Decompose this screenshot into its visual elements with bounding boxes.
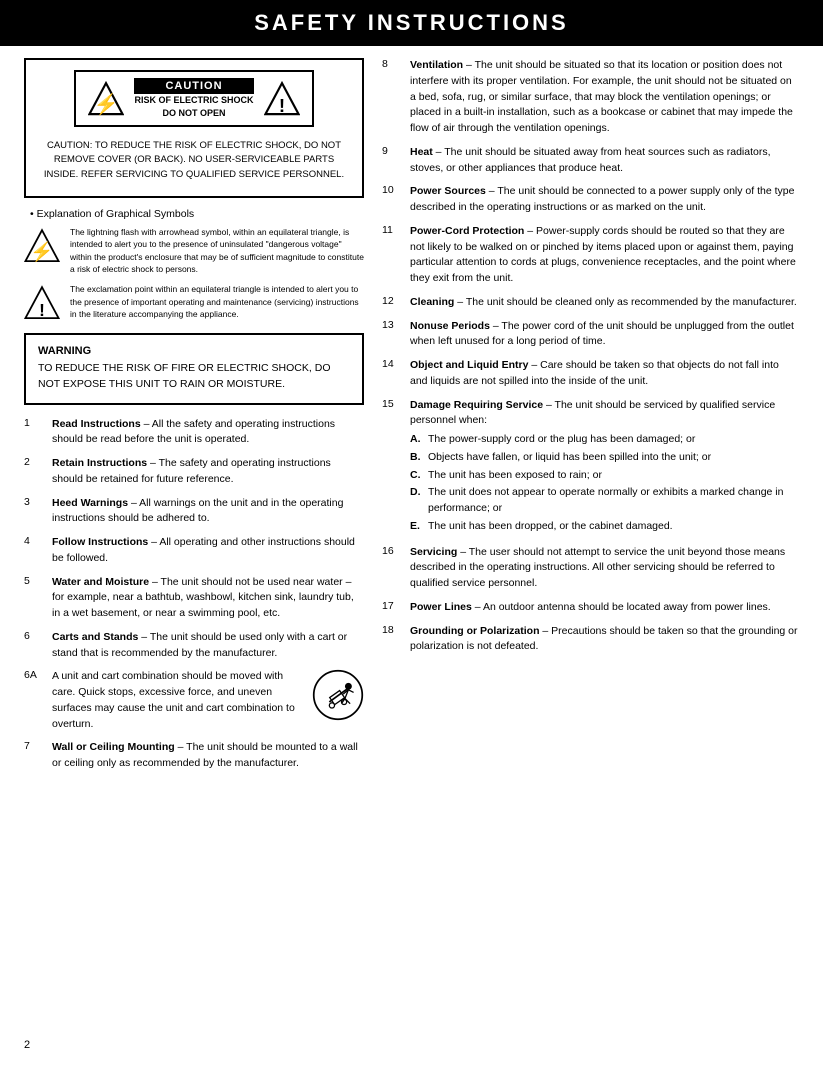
inst-text: Power-Cord Protection – Power-supply cor… bbox=[410, 224, 799, 287]
inst-num: 16 bbox=[382, 545, 404, 557]
inst-num: 14 bbox=[382, 358, 404, 370]
inst-text: Carts and Stands – The unit should be us… bbox=[52, 630, 364, 662]
inst-num: 6 bbox=[24, 630, 46, 642]
list-item: 17 Power Lines – An outdoor antenna shou… bbox=[382, 600, 799, 616]
list-item: 8 Ventilation – The unit should be situa… bbox=[382, 58, 799, 137]
sub-list: A.The power-supply cord or the plug has … bbox=[410, 432, 799, 535]
sub-list-item: D.The unit does not appear to operate no… bbox=[410, 485, 799, 517]
caution-body-text: CAUTION: TO REDUCE THE RISK OF ELECTRIC … bbox=[36, 135, 352, 186]
inst-text: Water and Moisture – The unit should not… bbox=[52, 575, 364, 622]
list-item: 11 Power-Cord Protection – Power-supply … bbox=[382, 224, 799, 287]
inst-text: Grounding or Polarization – Precautions … bbox=[410, 624, 799, 656]
svg-text:!: ! bbox=[39, 300, 45, 320]
cart-tipping-icon bbox=[312, 669, 364, 721]
lightning-symbol-text: The lightning flash with arrowhead symbo… bbox=[70, 226, 364, 275]
svg-text:⚡: ⚡ bbox=[30, 241, 53, 263]
header-title: SAFETY INSTRUCTIONS bbox=[254, 10, 569, 35]
page-number: 2 bbox=[24, 1039, 30, 1051]
caution-inner-box: ⚡ CAUTION RISK OF ELECTRIC SHOCKDO NOT O… bbox=[74, 70, 313, 127]
inst-num: 13 bbox=[382, 319, 404, 331]
cart-instruction-text: A unit and cart combination should be mo… bbox=[52, 669, 302, 732]
left-column: ⚡ CAUTION RISK OF ELECTRIC SHOCKDO NOT O… bbox=[24, 58, 364, 780]
list-item: 3 Heed Warnings – All warnings on the un… bbox=[24, 496, 364, 528]
inst-num: 18 bbox=[382, 624, 404, 636]
sub-list-item: C.The unit has been exposed to rain; or bbox=[410, 468, 799, 484]
warning-text: TO REDUCE THE RISK OF FIRE OR ELECTRIC S… bbox=[38, 361, 350, 393]
warning-box: WARNING TO REDUCE THE RISK OF FIRE OR EL… bbox=[24, 333, 364, 405]
inst-text: Object and Liquid Entry – Care should be… bbox=[410, 358, 799, 390]
symbol-row-exclamation: ! The exclamation point within an equila… bbox=[24, 283, 364, 321]
list-item: 16 Servicing – The user should not attem… bbox=[382, 545, 799, 592]
inst-text: Wall or Ceiling Mounting – The unit shou… bbox=[52, 740, 364, 772]
inst-text: Damage Requiring Service – The unit shou… bbox=[410, 398, 799, 537]
inst-num: 3 bbox=[24, 496, 46, 508]
list-item: 1 Read Instructions – All the safety and… bbox=[24, 417, 364, 449]
inst-text: Nonuse Periods – The power cord of the u… bbox=[410, 319, 799, 351]
cart-row: A unit and cart combination should be mo… bbox=[52, 669, 364, 732]
list-item: 5 Water and Moisture – The unit should n… bbox=[24, 575, 364, 622]
list-item: 10 Power Sources – The unit should be co… bbox=[382, 184, 799, 216]
inst-num: 8 bbox=[382, 58, 404, 70]
inst-num: 17 bbox=[382, 600, 404, 612]
inst-text: A unit and cart combination should be mo… bbox=[52, 669, 364, 732]
list-item: 6A A unit and cart combination should be… bbox=[24, 669, 364, 732]
inst-num: 4 bbox=[24, 535, 46, 547]
inst-text: Heat – The unit should be situated away … bbox=[410, 145, 799, 177]
inst-num: 15 bbox=[382, 398, 404, 410]
sub-list-item: A.The power-supply cord or the plug has … bbox=[410, 432, 799, 448]
inst-text: Read Instructions – All the safety and o… bbox=[52, 417, 364, 449]
caution-label: CAUTION bbox=[134, 78, 253, 94]
caution-sub-text: RISK OF ELECTRIC SHOCKDO NOT OPEN bbox=[134, 94, 253, 119]
exclamation-triangle-icon: ! bbox=[264, 81, 300, 117]
inst-text: Power Lines – An outdoor antenna should … bbox=[410, 600, 771, 616]
list-item: 18 Grounding or Polarization – Precautio… bbox=[382, 624, 799, 656]
svg-text:⚡: ⚡ bbox=[94, 92, 119, 117]
list-item: 13 Nonuse Periods – The power cord of th… bbox=[382, 319, 799, 351]
inst-num: 7 bbox=[24, 740, 46, 752]
cart-icon-wrap bbox=[312, 669, 364, 727]
inst-text: Cleaning – The unit should be cleaned on… bbox=[410, 295, 797, 311]
explanation-section: • Explanation of Graphical Symbols ⚡ The… bbox=[24, 208, 364, 321]
lightning-triangle-icon: ⚡ bbox=[88, 81, 124, 117]
lightning-symbol-icon: ⚡ bbox=[24, 228, 60, 264]
inst-num: 12 bbox=[382, 295, 404, 307]
inst-num: 10 bbox=[382, 184, 404, 196]
exclamation-symbol-icon: ! bbox=[24, 285, 60, 321]
list-item: 12 Cleaning – The unit should be cleaned… bbox=[382, 295, 799, 311]
list-item: 9 Heat – The unit should be situated awa… bbox=[382, 145, 799, 177]
symbol-row-lightning: ⚡ The lightning flash with arrowhead sym… bbox=[24, 226, 364, 275]
svg-text:!: ! bbox=[278, 95, 284, 116]
inst-num: 5 bbox=[24, 575, 46, 587]
exclamation-symbol-text: The exclamation point within an equilate… bbox=[70, 283, 364, 320]
list-item: 7 Wall or Ceiling Mounting – The unit sh… bbox=[24, 740, 364, 772]
inst-num: 6A bbox=[24, 669, 46, 681]
list-item: 14 Object and Liquid Entry – Care should… bbox=[382, 358, 799, 390]
inst-num: 11 bbox=[382, 224, 404, 236]
explanation-title: • Explanation of Graphical Symbols bbox=[30, 208, 364, 220]
caution-box: ⚡ CAUTION RISK OF ELECTRIC SHOCKDO NOT O… bbox=[24, 58, 364, 198]
inst-text: Heed Warnings – All warnings on the unit… bbox=[52, 496, 364, 528]
sub-list-item: B.Objects have fallen, or liquid has bee… bbox=[410, 450, 799, 466]
sub-list-item: E.The unit has been dropped, or the cabi… bbox=[410, 519, 799, 535]
inst-num: 9 bbox=[382, 145, 404, 157]
inst-text: Ventilation – The unit should be situate… bbox=[410, 58, 799, 137]
list-item: 6 Carts and Stands – The unit should be … bbox=[24, 630, 364, 662]
right-instruction-list: 8 Ventilation – The unit should be situa… bbox=[382, 58, 799, 655]
inst-num: 1 bbox=[24, 417, 46, 429]
left-instruction-list: 1 Read Instructions – All the safety and… bbox=[24, 417, 364, 772]
list-item: 4 Follow Instructions – All operating an… bbox=[24, 535, 364, 567]
inst-text: Retain Instructions – The safety and ope… bbox=[52, 456, 364, 488]
inst-text: Servicing – The user should not attempt … bbox=[410, 545, 799, 592]
inst-num: 2 bbox=[24, 456, 46, 468]
page-header: SAFETY INSTRUCTIONS bbox=[0, 0, 823, 46]
list-item: 2 Retain Instructions – The safety and o… bbox=[24, 456, 364, 488]
warning-title: WARNING bbox=[38, 345, 350, 357]
list-item: 15 Damage Requiring Service – The unit s… bbox=[382, 398, 799, 537]
inst-text: Follow Instructions – All operating and … bbox=[52, 535, 364, 567]
right-column: 8 Ventilation – The unit should be situa… bbox=[382, 58, 799, 780]
inst-text: Power Sources – The unit should be conne… bbox=[410, 184, 799, 216]
